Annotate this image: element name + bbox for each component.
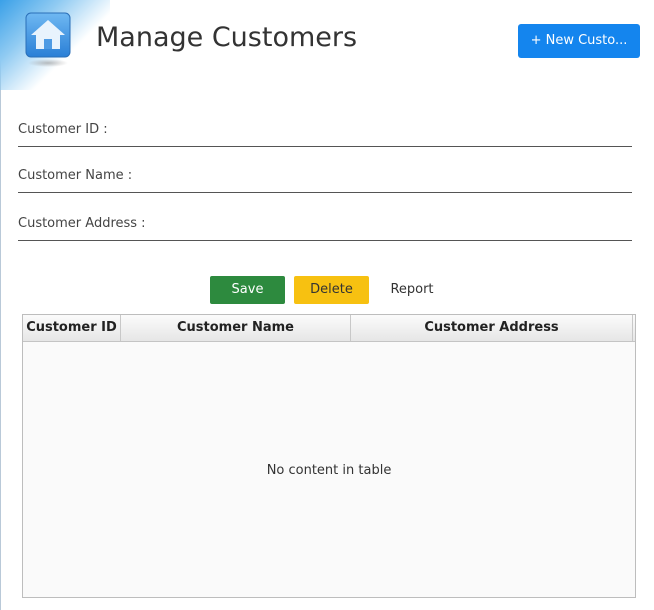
table-header: Customer ID Customer Name Customer Addre… bbox=[23, 315, 635, 342]
customers-table[interactable]: Customer ID Customer Name Customer Addre… bbox=[22, 314, 636, 598]
customer-name-input[interactable] bbox=[18, 162, 636, 194]
page-title: Manage Customers bbox=[96, 22, 358, 53]
customer-id-field[interactable]: Customer ID : bbox=[18, 116, 636, 148]
column-header-customer-name[interactable]: Customer Name bbox=[121, 315, 351, 341]
customer-address-field[interactable]: Customer Address : bbox=[18, 210, 636, 242]
column-header-customer-address[interactable]: Customer Address bbox=[351, 315, 633, 341]
column-header-customer-id[interactable]: Customer ID bbox=[23, 315, 121, 341]
customer-address-input[interactable] bbox=[18, 210, 636, 242]
save-button[interactable]: Save bbox=[210, 276, 285, 304]
customer-name-field[interactable]: Customer Name : bbox=[18, 162, 636, 194]
new-customer-button[interactable]: + New Custo... bbox=[518, 24, 640, 58]
report-button[interactable]: Report bbox=[381, 276, 443, 304]
delete-button[interactable]: Delete bbox=[294, 276, 369, 304]
table-empty-message: No content in table bbox=[266, 463, 392, 478]
customer-id-input[interactable] bbox=[18, 116, 636, 148]
home-icon bbox=[25, 12, 71, 67]
window-border bbox=[0, 0, 1, 610]
manage-customers-window: Manage Customers + New Custo... Customer… bbox=[0, 0, 654, 610]
